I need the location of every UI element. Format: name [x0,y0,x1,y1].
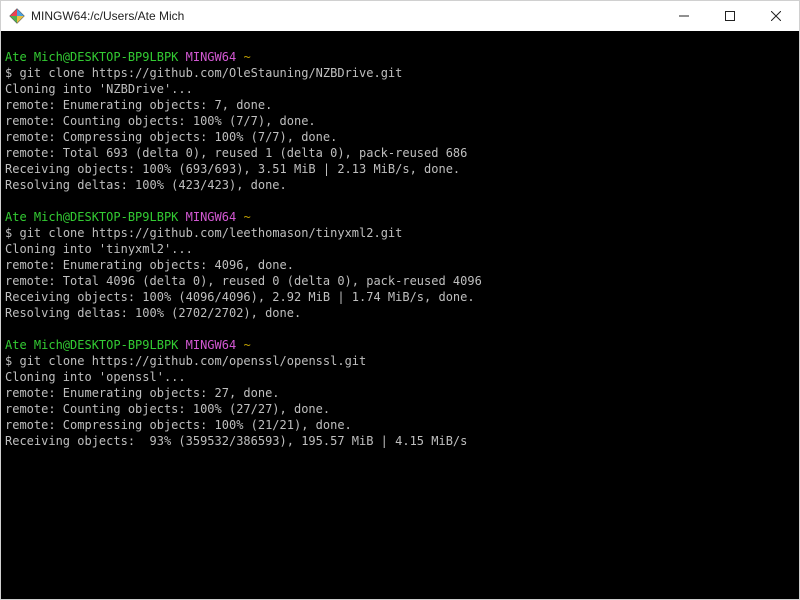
command-line: $ git clone https://github.com/openssl/o… [5,353,795,369]
command-text: git clone https://github.com/OleStauning… [19,66,402,80]
maximize-button[interactable] [707,1,753,31]
prompt-cwd: ~ [243,50,250,64]
blank-line [5,321,795,337]
prompt-line: Ate Mich@DESKTOP-BP9LBPK MINGW64 ~ [5,337,795,353]
prompt-user-host: Ate Mich@DESKTOP-BP9LBPK [5,338,178,352]
terminal-pane[interactable]: Ate Mich@DESKTOP-BP9LBPK MINGW64 ~$ git … [1,31,799,599]
output-line: remote: Total 4096 (delta 0), reused 0 (… [5,273,795,289]
command-line: $ git clone https://github.com/leethomas… [5,225,795,241]
minimize-button[interactable] [661,1,707,31]
output-line: remote: Enumerating objects: 4096, done. [5,257,795,273]
prompt-line: Ate Mich@DESKTOP-BP9LBPK MINGW64 ~ [5,209,795,225]
output-line: Receiving objects: 93% (359532/386593), … [5,433,795,449]
prompt-env: MINGW64 [186,50,237,64]
command-line: $ git clone https://github.com/OleStauni… [5,65,795,81]
output-line: remote: Total 693 (delta 0), reused 1 (d… [5,145,795,161]
output-line: Receiving objects: 100% (4096/4096), 2.9… [5,289,795,305]
output-line: Cloning into 'NZBDrive'... [5,81,795,97]
output-line: Resolving deltas: 100% (423/423), done. [5,177,795,193]
prompt-cwd: ~ [243,338,250,352]
output-line: remote: Counting objects: 100% (7/7), do… [5,113,795,129]
prompt-line: Ate Mich@DESKTOP-BP9LBPK MINGW64 ~ [5,49,795,65]
output-line: Cloning into 'tinyxml2'... [5,241,795,257]
output-line: remote: Enumerating objects: 7, done. [5,97,795,113]
command-text: git clone https://github.com/openssl/ope… [19,354,366,368]
maximize-icon [725,11,735,21]
window-controls [661,1,799,31]
output-line: remote: Enumerating objects: 27, done. [5,385,795,401]
command-text: git clone https://github.com/leethomason… [19,226,402,240]
prompt-dollar: $ [5,66,12,80]
close-button[interactable] [753,1,799,31]
output-line: Resolving deltas: 100% (2702/2702), done… [5,305,795,321]
output-line: remote: Counting objects: 100% (27/27), … [5,401,795,417]
prompt-user-host: Ate Mich@DESKTOP-BP9LBPK [5,50,178,64]
minimize-icon [679,11,689,21]
close-icon [771,11,781,21]
prompt-env: MINGW64 [186,338,237,352]
app-icon [9,8,25,24]
prompt-user-host: Ate Mich@DESKTOP-BP9LBPK [5,210,178,224]
window-title: MINGW64:/c/Users/Ate Mich [31,9,661,23]
blank-line [5,193,795,209]
output-line: remote: Compressing objects: 100% (7/7),… [5,129,795,145]
output-line: Cloning into 'openssl'... [5,369,795,385]
output-line: Receiving objects: 100% (693/693), 3.51 … [5,161,795,177]
prompt-dollar: $ [5,354,12,368]
prompt-env: MINGW64 [186,210,237,224]
titlebar[interactable]: MINGW64:/c/Users/Ate Mich [1,1,799,31]
terminal-window: MINGW64:/c/Users/Ate Mich Ate Mich@DESKT… [0,0,800,600]
prompt-dollar: $ [5,226,12,240]
prompt-cwd: ~ [243,210,250,224]
output-line: remote: Compressing objects: 100% (21/21… [5,417,795,433]
blank-line [5,33,795,49]
